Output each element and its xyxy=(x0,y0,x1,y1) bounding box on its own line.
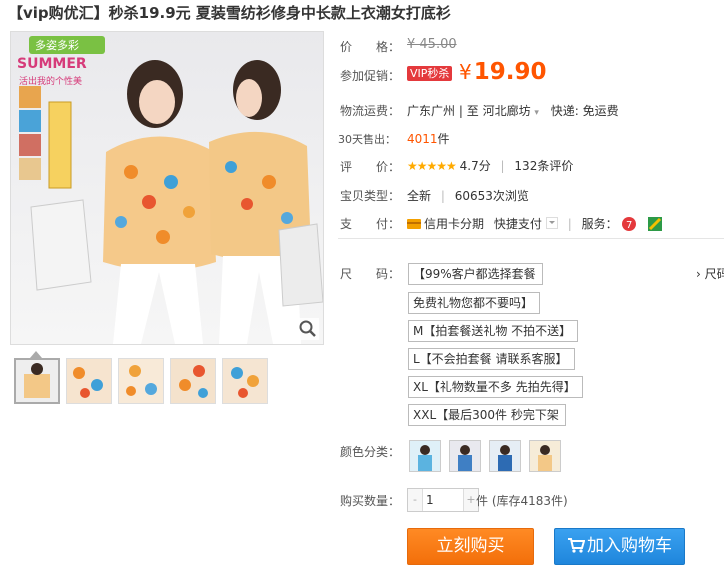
rating-score: 4.7分 xyxy=(459,159,491,173)
promo-price: ¥19.90 xyxy=(459,59,547,85)
quantity-input[interactable]: 1 xyxy=(424,489,466,511)
star-rating-icon: ★★★★★ xyxy=(407,159,457,173)
service-label: 服务： xyxy=(581,217,618,231)
product-condition: 全新 xyxy=(407,189,432,203)
svg-text:7: 7 xyxy=(626,220,632,231)
service-7day-return-icon[interactable]: 7 xyxy=(621,216,637,232)
quantity-decrease-button[interactable]: - xyxy=(408,489,423,511)
thumbnail-4[interactable] xyxy=(170,358,216,404)
promo-price-value: 19.90 xyxy=(473,59,547,85)
quantity-label: 购买数量： xyxy=(340,494,401,508)
color-label: 颜色分类： xyxy=(340,445,401,459)
svg-text:多姿多彩: 多姿多彩 xyxy=(35,38,79,52)
promo-label: 参加促销： xyxy=(340,69,401,83)
price-label: 价 格： xyxy=(340,40,401,54)
dropdown-icon[interactable] xyxy=(545,217,558,229)
view-count: 60653次浏览 xyxy=(454,189,529,203)
separator-icon: | xyxy=(500,159,505,173)
add-to-cart-button[interactable]: 加入购物车 xyxy=(554,528,685,565)
sales-count: 4011 xyxy=(407,132,438,146)
separator-icon: | xyxy=(567,217,572,231)
shipping-label: 物流运费： xyxy=(340,104,401,118)
section-divider xyxy=(338,238,724,239)
chevron-down-icon[interactable]: ▾ xyxy=(534,108,539,118)
original-price: ¥ 45.00 xyxy=(407,37,457,52)
size-option-1[interactable]: 【99%客户都选择套餐 xyxy=(408,263,543,285)
review-count-link[interactable]: 132条评价 xyxy=(514,159,573,173)
svg-text:活出我的个性美: 活出我的个性美 xyxy=(19,75,82,87)
cart-icon xyxy=(568,538,586,553)
size-option-m[interactable]: M【拍套餐送礼物 不拍不送】 xyxy=(408,320,579,342)
express-fee: 快递: 免运费 xyxy=(550,104,619,118)
thumbnail-5[interactable] xyxy=(222,358,268,404)
zoom-icon[interactable] xyxy=(297,318,319,340)
thumbnail-2[interactable] xyxy=(66,358,112,404)
rating-info: ★★★★★ 4.7分 | 132条评价 xyxy=(407,157,573,174)
color-option-4[interactable] xyxy=(529,440,561,472)
color-option-3[interactable] xyxy=(489,440,521,472)
size-label: 尺 码： xyxy=(340,267,401,281)
thumbnail-selected-indicator xyxy=(30,351,42,358)
product-type-info: 全新 | 60653次浏览 xyxy=(407,187,529,204)
ship-to-label: 至 xyxy=(466,104,479,118)
color-option-1[interactable] xyxy=(409,440,441,472)
main-product-image[interactable]: 多姿多彩 SUMMER 活出我的个性美 xyxy=(10,31,324,345)
product-title: 【vip购优汇】秒杀19.9元 夏装雪纺衫修身中长款上衣潮女打底衫 xyxy=(8,4,451,22)
buy-now-button[interactable]: 立刻购买 xyxy=(407,528,534,565)
payment-installment[interactable]: 信用卡分期 xyxy=(424,217,484,231)
credit-card-icon xyxy=(407,219,421,229)
payment-label: 支 付： xyxy=(340,217,401,231)
currency-symbol: ¥ xyxy=(459,60,472,84)
ship-from: 广东广州 xyxy=(407,104,456,118)
sales-unit: 件 xyxy=(437,132,450,146)
size-option-l[interactable]: L【不会拍套餐 请联系客服】 xyxy=(408,348,575,370)
product-type-label: 宝贝类型： xyxy=(340,189,401,203)
thumbnail-1[interactable] xyxy=(14,358,60,404)
size-option-2[interactable]: 免费礼物您都不要吗】 xyxy=(408,292,541,314)
size-chart-link[interactable]: › 尺码 xyxy=(696,265,724,282)
shipping-info: 广东广州 | 至 河北廊坊 ▾ 快递: 免运费 xyxy=(407,102,619,119)
vip-flash-sale-badge: VIP秒杀 xyxy=(407,66,453,81)
sales-label: 30天售出： xyxy=(338,133,396,146)
thumbnail-3[interactable] xyxy=(118,358,164,404)
separator-icon: | xyxy=(440,189,445,203)
rating-label: 评 价： xyxy=(340,160,401,174)
add-to-cart-label: 加入购物车 xyxy=(587,536,672,556)
size-option-xxl[interactable]: XXL【最后300件 秒完下架 xyxy=(408,404,566,426)
sales-info: 4011件 xyxy=(407,130,450,147)
stock-info: 件 (库存4183件) xyxy=(476,494,568,508)
payment-express[interactable]: 快捷支付 xyxy=(494,217,542,231)
ship-to-location[interactable]: 河北廊坊 xyxy=(483,104,531,118)
ship-separator-icon: | xyxy=(458,104,463,118)
service-guarantee-icon[interactable] xyxy=(647,216,663,232)
quantity-stepper[interactable]: - 1 + xyxy=(407,488,479,512)
svg-text:SUMMER: SUMMER xyxy=(17,56,87,72)
color-option-2[interactable] xyxy=(449,440,481,472)
payment-info: 信用卡分期 快捷支付 | 服务： 7 xyxy=(407,215,663,232)
size-option-xl[interactable]: XL【礼物数量不多 先拍先得】 xyxy=(408,376,583,398)
